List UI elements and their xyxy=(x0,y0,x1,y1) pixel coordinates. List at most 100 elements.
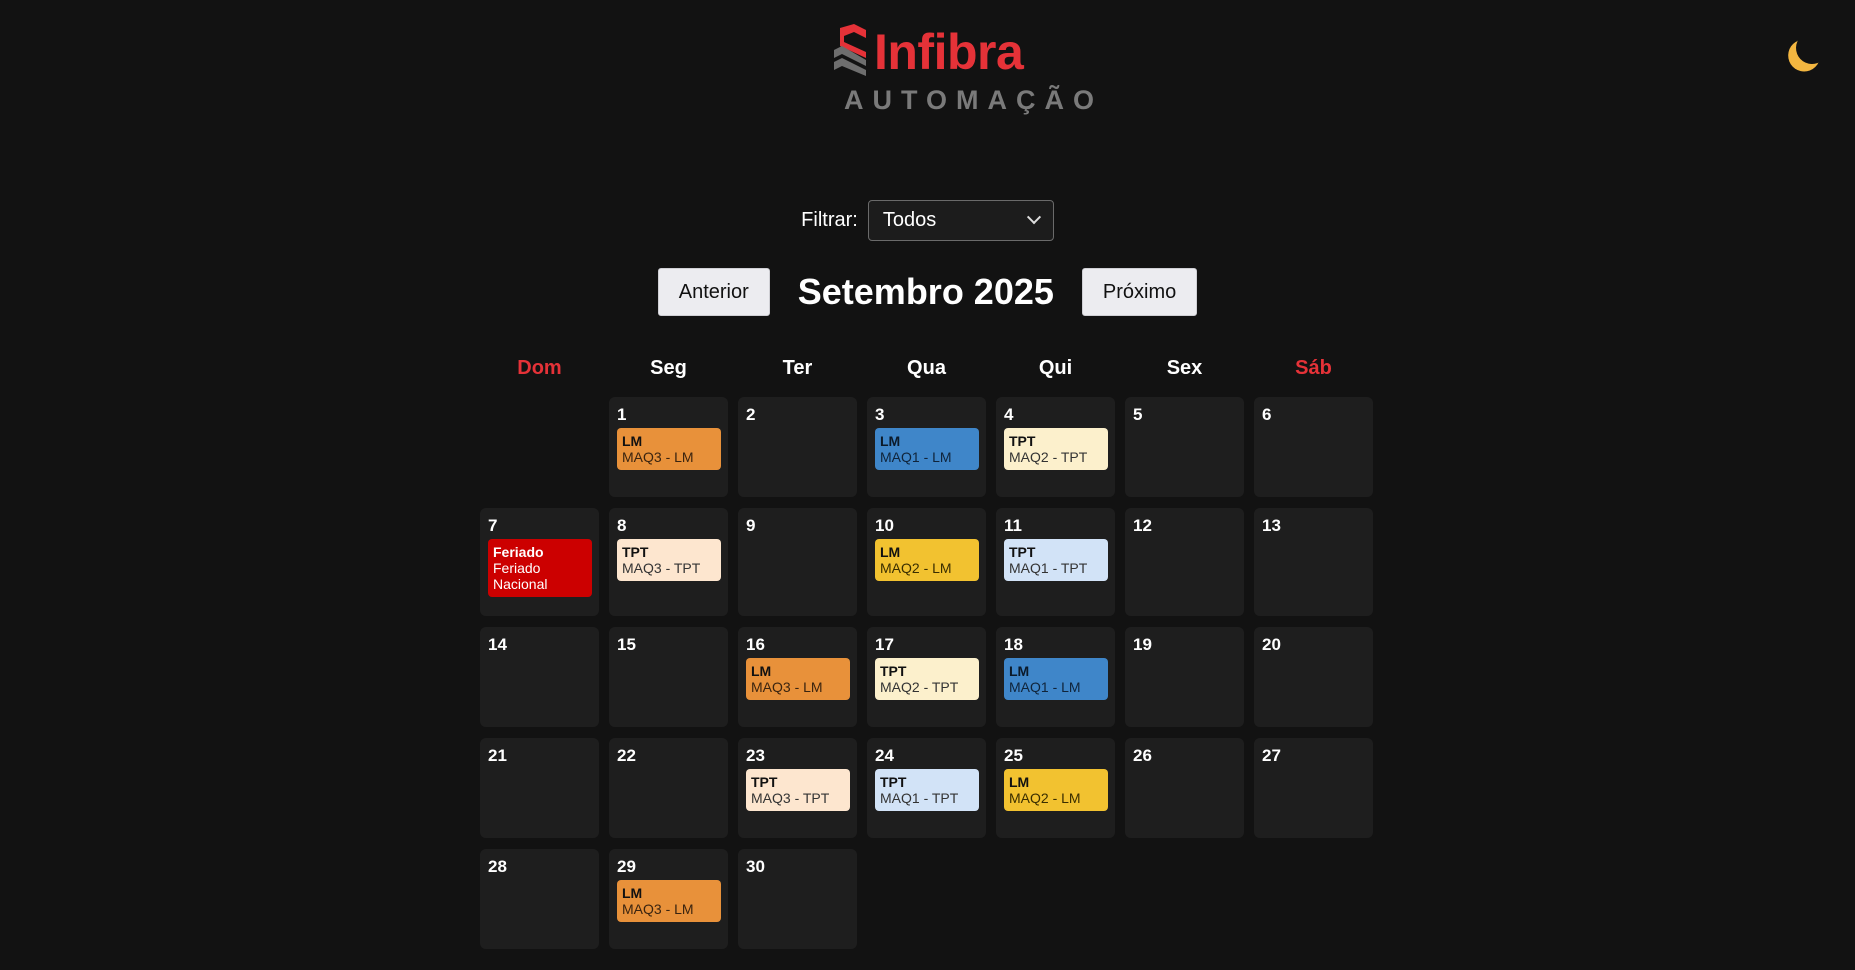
filter-bar: Filtrar: Todos xyxy=(0,198,1855,242)
day-number: 2 xyxy=(746,405,756,424)
calendar-day-cell[interactable]: 14 xyxy=(480,627,599,727)
calendar-event[interactable]: LM MAQ1 - LM xyxy=(875,428,979,470)
calendar-day-cell[interactable]: 30 xyxy=(738,849,857,949)
weekday-thursday: Qui xyxy=(1038,357,1073,379)
calendar-event[interactable]: LM MAQ2 - LM xyxy=(1004,769,1108,811)
event-subtitle: MAQ2 - LM xyxy=(1009,790,1081,806)
calendar-day-cell[interactable]: 21 xyxy=(480,738,599,838)
calendar-event[interactable]: TPT MAQ1 - TPT xyxy=(875,769,979,811)
calendar-day-cell[interactable]: 10 LM MAQ2 - LM xyxy=(867,508,986,616)
day-number: 14 xyxy=(488,635,507,654)
calendar-day-cell[interactable]: 7 Feriado Feriado Nacional xyxy=(480,508,599,616)
event-subtitle: MAQ3 - LM xyxy=(622,901,694,917)
calendar-event[interactable]: LM MAQ1 - LM xyxy=(1004,658,1108,700)
calendar-page: Infibra AUTOMAÇÃO Filtrar: Todos Anterio… xyxy=(0,0,1855,970)
weekday-wednesday: Qua xyxy=(907,357,946,379)
day-number: 10 xyxy=(875,516,894,535)
day-number: 25 xyxy=(1004,746,1023,765)
calendar-day-cell[interactable]: 20 xyxy=(1254,627,1373,727)
previous-month-button[interactable]: Anterior xyxy=(657,268,770,316)
event-title: TPT xyxy=(1009,544,1036,560)
event-title: TPT xyxy=(1009,433,1036,449)
filter-select[interactable]: Todos xyxy=(867,199,1054,241)
calendar-day-cell[interactable]: 23 TPT MAQ3 - TPT xyxy=(738,738,857,838)
next-month-button[interactable]: Próximo xyxy=(1081,268,1198,316)
event-title: TPT xyxy=(880,774,907,790)
calendar-event[interactable]: LM MAQ2 - LM xyxy=(875,539,979,581)
day-number: 27 xyxy=(1262,746,1281,765)
infibra-logo-icon xyxy=(834,24,866,76)
calendar-day-cell[interactable]: 25 LM MAQ2 - LM xyxy=(996,738,1115,838)
calendar-day-cell[interactable]: 16 LM MAQ3 - LM xyxy=(738,627,857,727)
calendar-day-cell[interactable]: 2 xyxy=(738,397,857,497)
calendar-day-cell[interactable]: 13 xyxy=(1254,508,1373,616)
calendar-day-cell[interactable]: 8 TPT MAQ3 - TPT xyxy=(609,508,728,616)
event-subtitle: MAQ3 - TPT xyxy=(751,790,830,806)
day-number: 8 xyxy=(617,516,627,535)
event-subtitle: MAQ2 - LM xyxy=(880,560,952,576)
calendar-day-cell[interactable]: 9 xyxy=(738,508,857,616)
calendar-day-cell[interactable]: 12 xyxy=(1125,508,1244,616)
calendar-event[interactable]: TPT MAQ3 - TPT xyxy=(617,539,721,581)
day-number: 23 xyxy=(746,746,765,765)
calendar-day-cell[interactable]: 24 TPT MAQ1 - TPT xyxy=(867,738,986,838)
day-number: 18 xyxy=(1004,635,1023,654)
day-number: 28 xyxy=(488,857,507,876)
calendar-day-cell[interactable]: 4 TPT MAQ2 - TPT xyxy=(996,397,1115,497)
calendar-empty-cell xyxy=(1125,849,1244,949)
filter-selected-value: Todos xyxy=(882,208,937,231)
weekday-header: Dom Seg Ter Qua Qui Sex Sáb xyxy=(480,350,1374,386)
calendar-event[interactable]: LM MAQ3 - LM xyxy=(617,880,721,922)
calendar-empty-cell xyxy=(996,849,1115,949)
event-title: LM xyxy=(622,433,643,449)
day-number: 5 xyxy=(1133,405,1143,424)
chevron-down-icon xyxy=(1026,210,1041,225)
calendar-day-cell[interactable]: 17 TPT MAQ2 - TPT xyxy=(867,627,986,727)
event-title: TPT xyxy=(880,663,907,679)
day-number: 26 xyxy=(1133,746,1152,765)
event-title: LM xyxy=(880,544,901,560)
calendar-day-cell[interactable]: 27 xyxy=(1254,738,1373,838)
calendar-day-cell[interactable]: 29 LM MAQ3 - LM xyxy=(609,849,728,949)
calendar-week: 1 LM MAQ3 - LM 2 3 LM MAQ1 - LM 4 TPT MAQ2 - TPT 5… xyxy=(480,397,1374,497)
calendar-event[interactable]: Feriado Feriado Nacional xyxy=(488,539,592,597)
day-number: 9 xyxy=(746,516,756,535)
calendar-event[interactable]: TPT MAQ2 - TPT xyxy=(1004,428,1108,470)
day-number: 7 xyxy=(488,516,498,535)
calendar-empty-cell xyxy=(1254,849,1373,949)
calendar-day-cell[interactable]: 6 xyxy=(1254,397,1373,497)
calendar-week: 28 29 LM MAQ3 - LM 30 xyxy=(480,849,1374,949)
event-subtitle: MAQ1 - TPT xyxy=(880,790,959,806)
calendar-day-cell[interactable]: 15 xyxy=(609,627,728,727)
day-number: 12 xyxy=(1133,516,1152,535)
calendar-day-cell[interactable]: 22 xyxy=(609,738,728,838)
calendar-day-cell[interactable]: 1 LM MAQ3 - LM xyxy=(609,397,728,497)
brand-subtitle: AUTOMAÇÃO xyxy=(844,85,1103,115)
event-subtitle: MAQ2 - TPT xyxy=(880,679,959,695)
calendar-event[interactable]: TPT MAQ2 - TPT xyxy=(875,658,979,700)
theme-toggle-button[interactable] xyxy=(1780,34,1820,74)
day-number: 4 xyxy=(1004,405,1014,424)
calendar-day-cell[interactable]: 11 TPT MAQ1 - TPT xyxy=(996,508,1115,616)
calendar-event[interactable]: TPT MAQ1 - TPT xyxy=(1004,539,1108,581)
event-subtitle: MAQ2 - TPT xyxy=(1009,449,1088,465)
day-number: 17 xyxy=(875,635,894,654)
day-number: 11 xyxy=(1004,516,1022,535)
calendar-day-cell[interactable]: 26 xyxy=(1125,738,1244,838)
day-number: 15 xyxy=(617,635,636,654)
calendar-day-cell[interactable]: 18 LM MAQ1 - LM xyxy=(996,627,1115,727)
day-number: 29 xyxy=(617,857,636,876)
brand-name: Infibra xyxy=(874,24,1024,80)
calendar-event[interactable]: LM MAQ3 - LM xyxy=(617,428,721,470)
calendar-event[interactable]: LM MAQ3 - LM xyxy=(746,658,850,700)
calendar-week: 21 22 23 TPT MAQ3 - TPT 24 TPT MAQ1 - TPT 25 LM MA… xyxy=(480,738,1374,838)
event-title: LM xyxy=(622,885,643,901)
event-subtitle: MAQ1 - LM xyxy=(1009,679,1081,695)
calendar-day-cell[interactable]: 19 xyxy=(1125,627,1244,727)
event-subtitle: MAQ1 - LM xyxy=(880,449,952,465)
day-number: 24 xyxy=(875,746,894,765)
calendar-event[interactable]: TPT MAQ3 - TPT xyxy=(746,769,850,811)
calendar-day-cell[interactable]: 28 xyxy=(480,849,599,949)
calendar-day-cell[interactable]: 3 LM MAQ1 - LM xyxy=(867,397,986,497)
calendar-day-cell[interactable]: 5 xyxy=(1125,397,1244,497)
